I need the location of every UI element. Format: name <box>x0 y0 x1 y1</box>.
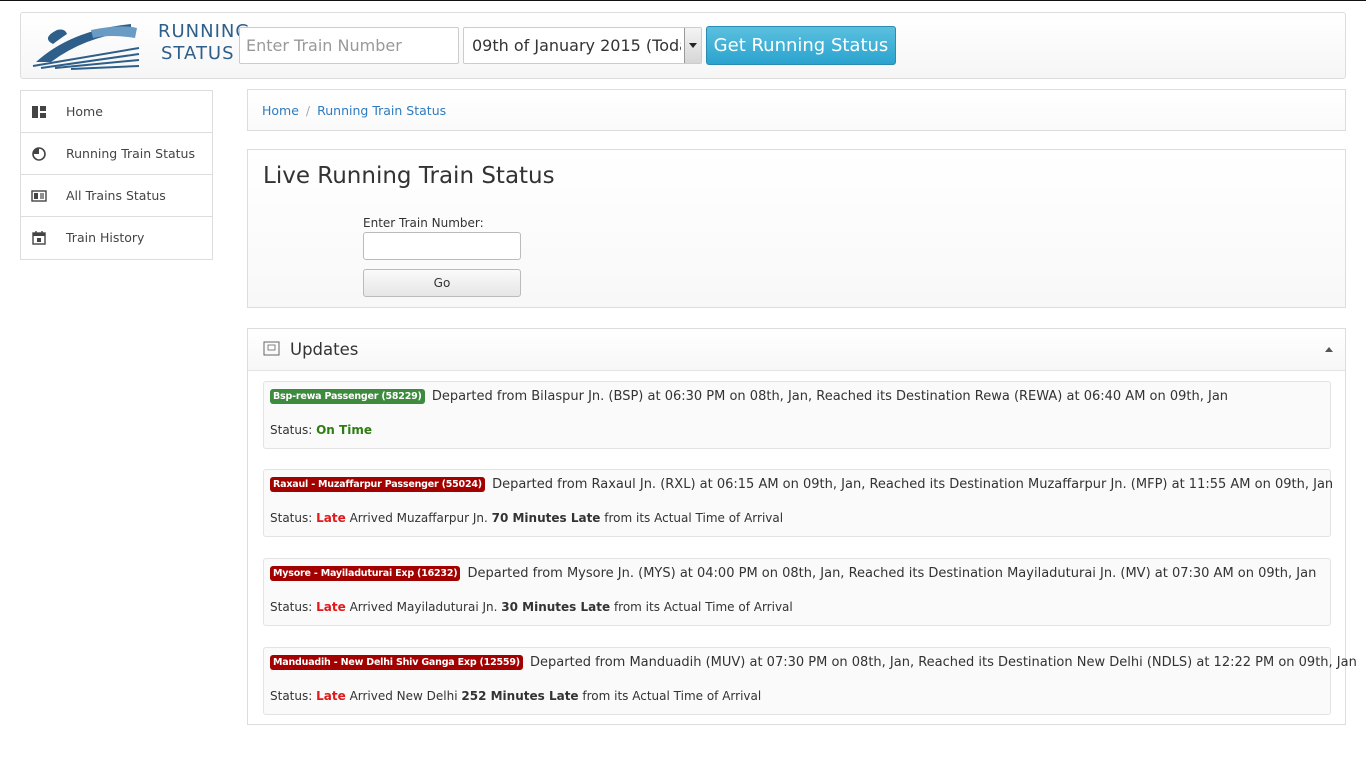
train-badge[interactable]: Bsp-rewa Passenger (58229) <box>270 389 425 404</box>
sidebar-item-label: All Trains Status <box>66 188 166 203</box>
train-number-label: Enter Train Number: <box>363 216 484 230</box>
sidebar-item-all-trains-status[interactable]: All Trains Status <box>21 175 212 217</box>
sidebar-item-home[interactable]: Home <box>21 91 212 133</box>
live-status-panel: Live Running Train Status Enter Train Nu… <box>247 149 1346 308</box>
date-select[interactable]: 09th of January 2015 (Today) <box>463 27 702 64</box>
update-description: Bsp-rewa Passenger (58229) Departed from… <box>270 389 1228 404</box>
sidebar-item-train-history[interactable]: Train History <box>21 217 212 259</box>
sidebar-item-running-train-status[interactable]: Running Train Status <box>21 133 212 175</box>
header-train-number-input[interactable] <box>239 27 459 64</box>
running-status-logo[interactable]: Running Status <box>31 18 249 70</box>
train-number-input[interactable] <box>363 232 521 260</box>
arrived-text: Arrived Muzaffarpur Jn. <box>349 511 488 525</box>
breadcrumb-current-link[interactable]: Running Train Status <box>317 103 446 118</box>
arrived-text: Arrived Mayiladuturai Jn. <box>349 600 498 614</box>
status-label: Status: <box>270 423 313 437</box>
updates-title: Updates <box>290 340 359 359</box>
train-badge[interactable]: Mysore - Mayiladuturai Exp (16232) <box>270 566 461 581</box>
status-value: On Time <box>316 423 372 437</box>
update-status: Status: Late Arrived Muzaffarpur Jn. 70 … <box>270 511 783 525</box>
update-item: Raxaul - Muzaffarpur Passenger (55024) D… <box>263 469 1333 537</box>
update-item: Manduadih - New Delhi Shiv Ganga Exp (12… <box>263 647 1357 715</box>
dashboard-icon <box>32 106 46 118</box>
breadcrumb: Home / Running Train Status <box>247 89 1346 131</box>
page-title: Live Running Train Status <box>263 163 555 189</box>
train-badge[interactable]: Manduadih - New Delhi Shiv Ganga Exp (12… <box>270 655 523 670</box>
status-label: Status: <box>270 689 313 703</box>
update-description: Manduadih - New Delhi Shiv Ganga Exp (12… <box>270 655 1357 670</box>
update-status: Status: On Time <box>270 423 372 437</box>
status-label: Status: <box>270 511 313 525</box>
breadcrumb-separator: / <box>305 103 311 118</box>
delay-text: 30 Minutes Late <box>501 600 611 614</box>
status-value: Late <box>316 511 346 525</box>
get-running-status-button[interactable]: Get Running Status <box>706 26 896 65</box>
logo-text-line1: Running <box>158 21 251 42</box>
delay-text: 252 Minutes Late <box>461 689 579 703</box>
update-status: Status: Late Arrived Mayiladuturai Jn. 3… <box>270 600 793 614</box>
suffix-text: from its Actual Time of Arrival <box>582 689 762 703</box>
date-select-value: 09th of January 2015 (Today) <box>472 36 681 55</box>
top-header: Running Status 09th of January 2015 (Tod… <box>20 12 1346 79</box>
status-label: Status: <box>270 600 313 614</box>
pie-chart-icon <box>32 147 46 161</box>
chevron-down-icon[interactable] <box>684 28 701 63</box>
delay-text: 70 Minutes Late <box>491 511 601 525</box>
update-text: Departed from Mysore Jn. (MYS) at 04:00 … <box>467 566 1317 581</box>
suffix-text: from its Actual Time of Arrival <box>613 600 793 614</box>
logo-text-line2: Status <box>161 43 235 64</box>
sidebar-item-label: Train History <box>66 230 145 245</box>
train-badge[interactable]: Raxaul - Muzaffarpur Passenger (55024) <box>270 477 485 492</box>
update-item: Mysore - Mayiladuturai Exp (16232) Depar… <box>263 558 1331 626</box>
list-icon <box>31 190 47 202</box>
sidebar-item-label: Home <box>66 104 103 119</box>
collapse-caret-icon[interactable] <box>1325 347 1333 352</box>
breadcrumb-home-link[interactable]: Home <box>262 103 299 118</box>
train-logo-icon <box>32 24 140 70</box>
status-value: Late <box>316 600 346 614</box>
status-value: Late <box>316 689 346 703</box>
calendar-icon <box>32 231 46 245</box>
suffix-text: from its Actual Time of Arrival <box>604 511 784 525</box>
update-text: Departed from Raxaul Jn. (RXL) at 06:15 … <box>492 477 1334 492</box>
comment-icon <box>263 341 280 356</box>
update-item: Bsp-rewa Passenger (58229) Departed from… <box>263 381 1331 449</box>
update-status: Status: Late Arrived New Delhi 252 Minut… <box>270 689 761 703</box>
updates-header: Updates <box>248 329 1345 371</box>
update-text: Departed from Manduadih (MUV) at 07:30 P… <box>530 655 1357 670</box>
updates-panel: Updates Bsp-rewa Passenger (58229) Depar… <box>247 328 1357 725</box>
arrived-text: Arrived New Delhi <box>349 689 458 703</box>
go-button[interactable]: Go <box>363 269 521 297</box>
sidebar: Home Running Train Status All Trains Sta… <box>20 90 213 260</box>
update-description: Mysore - Mayiladuturai Exp (16232) Depar… <box>270 566 1316 581</box>
update-text: Departed from Bilaspur Jn. (BSP) at 06:3… <box>431 389 1229 404</box>
logo-text: Running Status <box>158 21 250 65</box>
sidebar-item-label: Running Train Status <box>66 146 195 161</box>
update-description: Raxaul - Muzaffarpur Passenger (55024) D… <box>270 477 1333 492</box>
